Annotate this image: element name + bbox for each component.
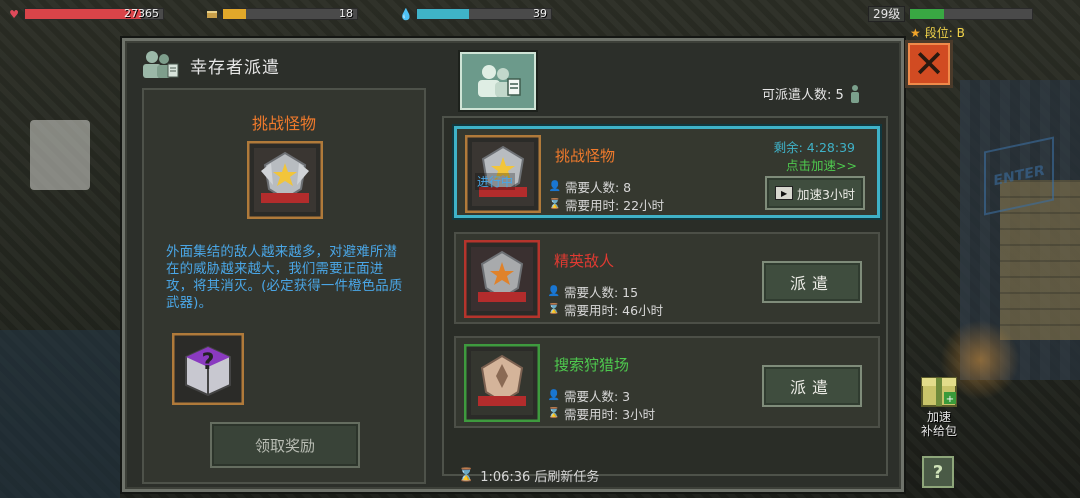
hourglass-icon: ⌛	[548, 199, 562, 210]
water-bar-fill	[417, 9, 470, 19]
health-value: 27365	[124, 7, 159, 20]
task-detail-pane: 挑战怪物 外面集结的敌人越来越多，对避难所潜在的威胁越来越大，我们需要正面进攻，…	[142, 88, 426, 484]
tab-survivors[interactable]	[460, 52, 536, 110]
hourglass-icon: ⌛	[547, 408, 561, 419]
refresh-text: 1:06:36 后刷新任务	[480, 470, 600, 485]
water-value: 39	[533, 7, 547, 20]
level-bar	[909, 8, 1034, 20]
food-bar-fill	[223, 9, 246, 19]
food-hud: 18	[206, 6, 358, 22]
task-required-people: 👤 需要人数: 15	[548, 282, 638, 301]
health-hud: ♥ 27365	[8, 6, 164, 22]
required-time-text: 需要用时: 3小时	[564, 407, 656, 422]
task-card-challenge-monster[interactable]: 进行中 挑战怪物 👤 需要人数: 8 ⌛ 需要用时: 22小时 剩余: 4:28…	[454, 126, 880, 218]
speed-up-label: 加速3小时	[797, 186, 855, 202]
refresh-timer: ⌛ 1:06:36 后刷新任务	[458, 466, 599, 485]
task-required-time: ⌛ 需要用时: 46小时	[548, 300, 663, 319]
supply-label-2: 补给包	[920, 424, 957, 438]
task-name: 搜索狩猎场	[554, 356, 630, 374]
level-bar-fill	[910, 9, 945, 19]
health-bar: 27365	[24, 7, 164, 20]
person-icon: 👤	[547, 286, 561, 297]
task-name: 精英敌人	[554, 252, 615, 270]
background-chair	[30, 120, 90, 190]
star-icon: ★	[910, 25, 921, 40]
food-value: 18	[339, 7, 353, 20]
question-icon: ?	[932, 461, 944, 483]
hourglass-icon: ⌛	[458, 468, 475, 483]
speed-up-button[interactable]: ▶ 加速3小时	[765, 176, 865, 210]
claim-reward-button[interactable]: 领取奖励	[210, 422, 360, 468]
supply-pack-icon: +	[918, 370, 960, 410]
supply-label-1: 加速	[926, 410, 951, 424]
detail-title: 挑战怪物	[251, 114, 316, 133]
svg-text:+: +	[946, 394, 954, 405]
elite-enemy-badge-icon	[463, 239, 541, 319]
video-ad-icon: ▶	[775, 186, 794, 200]
task-name: 挑战怪物	[555, 147, 616, 165]
hunting-ground-badge-icon	[463, 343, 541, 423]
dispatch-button[interactable]: 派遣	[762, 365, 862, 407]
person-icon	[850, 84, 860, 103]
close-icon: ✕	[913, 42, 945, 86]
water-drop-icon: 💧	[399, 7, 413, 21]
task-card-search-hunting-ground[interactable]: 搜索狩猎场 👤 需要人数: 3 ⌛ 需要用时: 3小时 派遣	[454, 336, 880, 428]
task-required-people: 👤 需要人数: 8	[549, 177, 631, 196]
task-required-time: ⌛ 需要用时: 3小时	[548, 404, 655, 423]
person-icon: 👤	[547, 390, 561, 401]
dispatch-count: 可派遣人数: 5	[762, 84, 860, 103]
remaining-time: 剩余: 4:28:39	[773, 140, 855, 155]
level-hud: 29级	[868, 6, 1034, 22]
rank-display: ★ 段位: B	[910, 24, 965, 41]
required-people-text: 需要人数: 8	[565, 180, 632, 195]
hourglass-icon: ⌛	[547, 304, 561, 315]
survivors-tab-icon	[478, 65, 521, 97]
detail-description: 外面集结的敌人越来越多，对避难所潜在的威胁越来越大，我们需要正面进攻，将其消灭。…	[166, 245, 403, 311]
close-button[interactable]: ✕	[905, 40, 953, 88]
heart-icon: ♥	[9, 7, 19, 21]
panel-header: 幸存者派遣	[140, 48, 280, 82]
task-required-time: ⌛ 需要用时: 22小时	[549, 195, 664, 214]
required-people-text: 需要人数: 3	[564, 389, 631, 404]
food-can-icon	[206, 8, 218, 20]
speed-up-hint[interactable]: 点击加速>>	[786, 155, 857, 174]
task-list: 进行中 挑战怪物 👤 需要人数: 8 ⌛ 需要用时: 22小时 剩余: 4:28…	[442, 116, 888, 476]
required-time-text: 需要用时: 46小时	[564, 303, 664, 318]
svg-text:?: ?	[202, 350, 215, 375]
monster-badge-icon	[246, 140, 324, 220]
required-time-text: 需要用时: 22小时	[565, 198, 665, 213]
task-card-elite-enemy[interactable]: 精英敌人 👤 需要人数: 15 ⌛ 需要用时: 46小时 派遣	[454, 232, 880, 324]
rank-label: 段位: B	[924, 26, 965, 40]
dispatch-count-label: 可派遣人数: 5	[762, 88, 844, 103]
in-progress-tag: 进行中	[475, 173, 516, 190]
survivors-icon	[140, 48, 180, 82]
required-people-text: 需要人数: 15	[564, 285, 639, 300]
water-bar: 39	[416, 7, 552, 20]
panel-title: 幸存者派遣	[190, 57, 280, 78]
food-bar: 18	[222, 7, 358, 20]
mystery-reward-icon: ?	[171, 332, 245, 406]
dispatch-button[interactable]: 派遣	[762, 261, 862, 303]
help-button[interactable]: ?	[922, 456, 954, 488]
monster-badge-icon: 进行中	[464, 134, 542, 214]
background-poster	[0, 330, 120, 498]
water-hud: 💧 39	[399, 6, 552, 22]
speed-supply-pack[interactable]: + 加速 补给包	[914, 370, 964, 438]
person-icon: 👤	[548, 181, 562, 192]
task-required-people: 👤 需要人数: 3	[548, 386, 630, 405]
level-label: 29级	[868, 6, 906, 22]
